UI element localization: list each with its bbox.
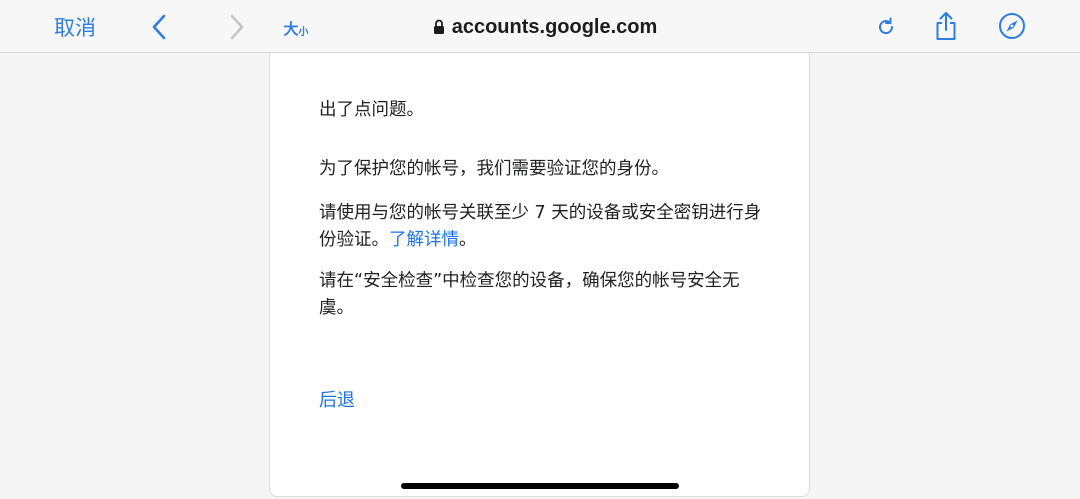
home-indicator[interactable] <box>401 483 679 489</box>
browser-toolbar: 取消 大 小 accounts.google.com <box>0 0 1080 53</box>
compass-icon[interactable] <box>996 10 1028 42</box>
device-requirement-message: 请使用与您的帐号关联至少 7 天的设备或安全密钥进行身份验证。了解详情。 <box>319 200 764 254</box>
back-chevron-icon[interactable] <box>146 12 172 42</box>
cancel-button[interactable]: 取消 <box>40 12 110 42</box>
text-size-small-label: 小 <box>298 26 309 38</box>
share-icon[interactable] <box>930 9 962 43</box>
text-size-big-label: 大 <box>283 19 299 38</box>
device-requirement-text: 请使用与您的帐号关联至少 7 天的设备或安全密钥进行身份验证。 <box>319 203 762 250</box>
lock-icon <box>433 19 445 35</box>
account-verification-card: 出了点问题。 为了保护您的帐号，我们需要验证您的身份。 请使用与您的帐号关联至少… <box>269 53 810 497</box>
back-button[interactable]: 后退 <box>319 387 355 414</box>
forward-chevron-icon[interactable] <box>224 12 250 42</box>
learn-more-link[interactable]: 了解详情 <box>389 230 459 250</box>
address-text: accounts.google.com <box>451 15 658 38</box>
verify-identity-message: 为了保护您的帐号，我们需要验证您的身份。 <box>319 159 669 179</box>
text-size-button[interactable]: 大 小 <box>278 14 314 42</box>
security-checkup-message: 请在“安全检查”中检查您的设备，确保您的帐号安全无虞。 <box>319 271 740 318</box>
address-bar[interactable]: accounts.google.com <box>420 12 670 42</box>
error-heading: 出了点问题。 <box>319 100 424 120</box>
reload-icon[interactable] <box>872 12 900 42</box>
device-requirement-end: 。 <box>459 230 477 250</box>
